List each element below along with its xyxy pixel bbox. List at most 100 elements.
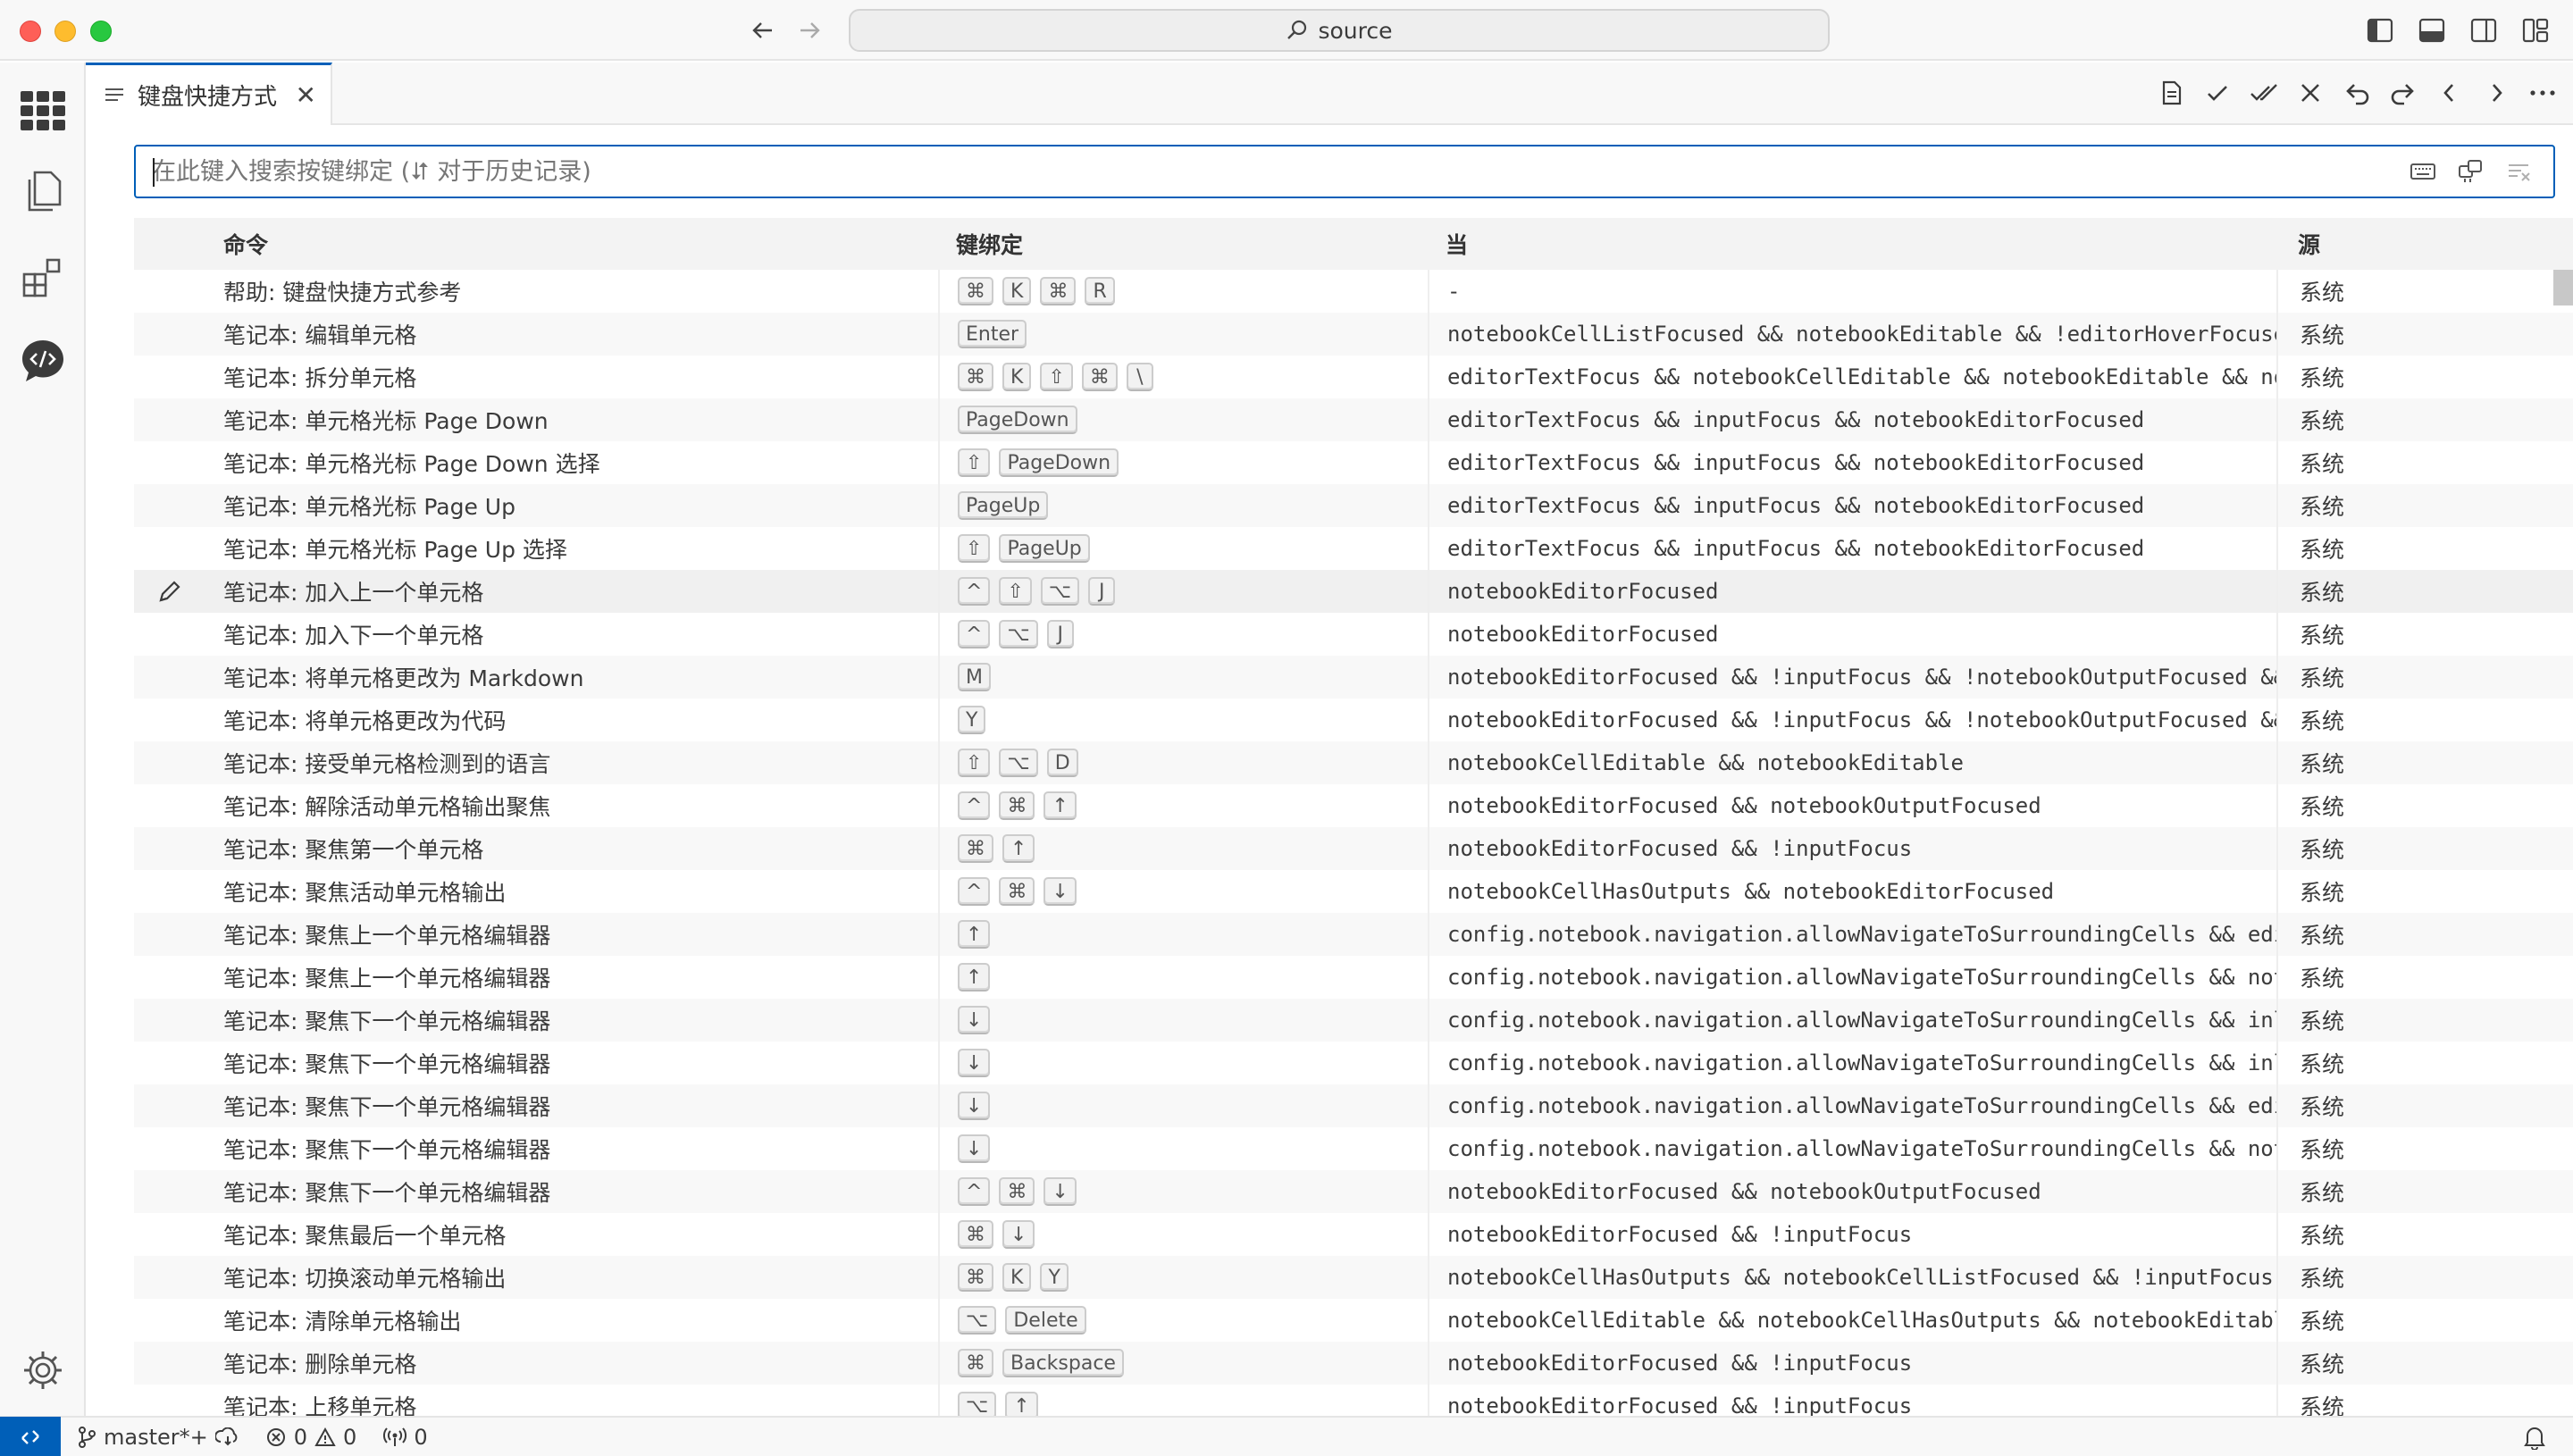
- row-edit-cell[interactable]: [134, 578, 205, 605]
- keybinding-cell[interactable]: ⇧ PageUp: [938, 527, 1428, 570]
- toggle-primary-sidebar-button[interactable]: [2364, 14, 2396, 46]
- table-row[interactable]: 笔记本: 将单元格更改为代码 YnotebookEditorFocused && …: [134, 699, 2573, 741]
- keybinding-cell[interactable]: ^ ⌘ ↑: [938, 784, 1428, 827]
- header-keybinding[interactable]: 键绑定: [938, 228, 1428, 260]
- close-tab-icon[interactable]: ✕: [296, 80, 316, 110]
- header-command[interactable]: 命令: [205, 228, 938, 260]
- search-input[interactable]: [136, 146, 2409, 197]
- key-chip: ⇧: [958, 534, 991, 563]
- branch-status[interactable]: master*+: [77, 1425, 240, 1450]
- keybinding-cell[interactable]: ⌘ K ⌘ R: [938, 270, 1428, 313]
- table-row[interactable]: 笔记本: 单元格光标 Page Up PageUp editorTextFocus …: [134, 484, 2573, 527]
- table-row[interactable]: 笔记本: 清除单元格输出 ⌥ Delete notebookCellEditable …: [134, 1299, 2573, 1342]
- keybinding-cell[interactable]: ⇧ ⌥ D: [938, 741, 1428, 784]
- keybinding-cell[interactable]: ^ ⌘ ↓: [938, 1170, 1428, 1213]
- window-minimize-button[interactable]: [54, 21, 76, 42]
- redo-button[interactable]: [2387, 77, 2419, 109]
- remote-indicator-button[interactable]: [0, 1417, 61, 1456]
- scrollbar-thumb[interactable]: [2553, 270, 2573, 305]
- table-row[interactable]: 笔记本: 聚焦第一个单元格 ⌘ ↑ notebookEditorFocused && …: [134, 827, 2573, 870]
- customize-layout-button[interactable]: [2519, 14, 2552, 46]
- keybinding-cell[interactable]: ⌘ ↓: [938, 1213, 1428, 1256]
- toggle-panel-button[interactable]: [2416, 14, 2448, 46]
- keybinding-cell[interactable]: ⌘ K Y: [938, 1256, 1428, 1299]
- record-keys-button[interactable]: [2409, 157, 2437, 186]
- explorer-button[interactable]: [16, 164, 70, 218]
- table-row[interactable]: 笔记本: 聚焦下一个单元格编辑器 ↓ config.notebook.navigat…: [134, 1084, 2573, 1127]
- table-row[interactable]: 笔记本: 单元格光标 Page Down 选择 ⇧ PageDown editorTe…: [134, 441, 2573, 484]
- table-row[interactable]: 笔记本: 解除活动单元格输出聚焦 ^ ⌘ ↑ notebookEditorFocused…: [134, 784, 2573, 827]
- sort-by-precedence-button[interactable]: [2457, 157, 2485, 186]
- keybinding-cell[interactable]: ⌘ ↑: [938, 827, 1428, 870]
- more-actions-button[interactable]: [2527, 77, 2559, 109]
- keybinding-cell[interactable]: ⌘ K ⇧ ⌘ \: [938, 356, 1428, 398]
- keybinding-cell[interactable]: ⌘ Backspace: [938, 1342, 1428, 1385]
- keybinding-cell[interactable]: ↑: [938, 913, 1428, 956]
- accept-button[interactable]: [2201, 77, 2234, 109]
- table-row[interactable]: 笔记本: 切换滚动单元格输出 ⌘ K YnotebookCellHasOutputs …: [134, 1256, 2573, 1299]
- remote-explorer-button[interactable]: [16, 334, 70, 388]
- table-row[interactable]: 笔记本: 聚焦上一个单元格编辑器 ↑ config.notebook.navigat…: [134, 956, 2573, 999]
- pencil-icon[interactable]: [156, 578, 183, 605]
- table-row[interactable]: 笔记本: 接受单元格检测到的语言 ⇧ ⌥ DnotebookCellEditable …: [134, 741, 2573, 784]
- keybinding-cell[interactable]: PageDown: [938, 398, 1428, 441]
- go-forward-button[interactable]: [792, 13, 827, 48]
- discard-button[interactable]: [2294, 77, 2326, 109]
- key-chip: ⌘: [999, 791, 1035, 820]
- table-row[interactable]: 笔记本: 聚焦最后一个单元格 ⌘ ↓ notebookEditorFocused &&…: [134, 1213, 2573, 1256]
- table-row[interactable]: 笔记本: 拆分单元格 ⌘ K ⇧ ⌘ \ editorTextFocus && notebo…: [134, 356, 2573, 398]
- keybinding-cell[interactable]: PageUp: [938, 484, 1428, 527]
- accept-all-button[interactable]: [2248, 77, 2280, 109]
- table-row[interactable]: 笔记本: 单元格光标 Page Up 选择 ⇧ PageUp editorTextFo…: [134, 527, 2573, 570]
- keybinding-cell[interactable]: ^ ⇧ ⌥ J: [938, 570, 1428, 613]
- extensions-button[interactable]: [16, 250, 70, 304]
- notifications-button[interactable]: [2523, 1425, 2546, 1455]
- table-row[interactable]: 笔记本: 聚焦活动单元格输出 ^ ⌘ ↓ notebookCellHasOutputs …: [134, 870, 2573, 913]
- keybinding-cell[interactable]: ^ ⌥ J: [938, 613, 1428, 656]
- keybinding-cell[interactable]: ↑: [938, 956, 1428, 999]
- header-source[interactable]: 源: [2276, 228, 2544, 260]
- undo-button[interactable]: [2341, 77, 2373, 109]
- table-row[interactable]: 笔记本: 删除单元格 ⌘ Backspace notebookEditorFocuse…: [134, 1342, 2573, 1385]
- manage-settings-button[interactable]: [16, 1343, 70, 1397]
- keybinding-cell[interactable]: ⌥ Delete: [938, 1299, 1428, 1342]
- next-button[interactable]: [2480, 77, 2512, 109]
- command-cell: 笔记本: 聚焦活动单元格输出: [223, 880, 507, 906]
- keybinding-cell[interactable]: ↓: [938, 1084, 1428, 1127]
- table-row[interactable]: 笔记本: 编辑单元格 Enter notebookCellListFocused &…: [134, 313, 2573, 356]
- table-row[interactable]: 笔记本: 聚焦下一个单元格编辑器 ↓ config.notebook.navigat…: [134, 999, 2573, 1042]
- problems-status[interactable]: 0 0: [265, 1425, 356, 1450]
- open-json-button[interactable]: [2155, 77, 2187, 109]
- apps-menu-button[interactable]: [16, 84, 70, 138]
- table-row[interactable]: 笔记本: 聚焦下一个单元格编辑器 ↓ config.notebook.navigat…: [134, 1127, 2573, 1170]
- when-cell: notebookEditorFocused && !inputFocus && …: [1428, 699, 2276, 741]
- keybinding-cell[interactable]: ↓: [938, 999, 1428, 1042]
- table-row[interactable]: 帮助: 键盘快捷方式参考 ⌘ K ⌘ R - 系统: [134, 270, 2573, 313]
- table-row[interactable]: 笔记本: 加入上一个单元格 ^ ⇧ ⌥ JnotebookEditorFocused 系统: [134, 570, 2573, 613]
- table-row[interactable]: 笔记本: 聚焦下一个单元格编辑器 ↓ config.notebook.navigat…: [134, 1042, 2573, 1084]
- window-close-button[interactable]: [20, 21, 41, 42]
- table-row[interactable]: 笔记本: 加入下一个单元格 ^ ⌥ JnotebookEditorFocused 系统: [134, 613, 2573, 656]
- header-when[interactable]: 当: [1428, 228, 2276, 260]
- keybinding-cell[interactable]: ↓: [938, 1042, 1428, 1084]
- table-row[interactable]: 笔记本: 聚焦上一个单元格编辑器 ↑ config.notebook.navigat…: [134, 913, 2573, 956]
- previous-button[interactable]: [2434, 77, 2466, 109]
- keybinding-cell[interactable]: Y: [938, 699, 1428, 741]
- window-maximize-button[interactable]: [90, 21, 112, 42]
- clear-search-button[interactable]: [2505, 157, 2534, 186]
- keybinding-cell[interactable]: ↓: [938, 1127, 1428, 1170]
- keybinding-cell[interactable]: Enter: [938, 313, 1428, 356]
- table-row[interactable]: 笔记本: 聚焦下一个单元格编辑器 ^ ⌘ ↓ notebookEditorFocused…: [134, 1170, 2573, 1213]
- table-row[interactable]: 笔记本: 将单元格更改为 Markdown MnotebookEditorFocu…: [134, 656, 2573, 699]
- tab-keyboard-shortcuts[interactable]: 键盘快捷方式 ✕: [86, 63, 332, 125]
- keybinding-cell[interactable]: M: [938, 656, 1428, 699]
- keybinding-cell[interactable]: ^ ⌘ ↓: [938, 870, 1428, 913]
- ports-status[interactable]: 0: [383, 1425, 428, 1450]
- command-center[interactable]: source: [849, 9, 1830, 52]
- key-chip: PageUp: [999, 534, 1090, 563]
- table-row[interactable]: 笔记本: 单元格光标 Page Down PageDown editorTextFo…: [134, 398, 2573, 441]
- sidebar-right-icon: [2470, 18, 2497, 43]
- toggle-secondary-sidebar-button[interactable]: [2468, 14, 2500, 46]
- go-back-button[interactable]: [745, 13, 781, 48]
- keybinding-cell[interactable]: ⇧ PageDown: [938, 441, 1428, 484]
